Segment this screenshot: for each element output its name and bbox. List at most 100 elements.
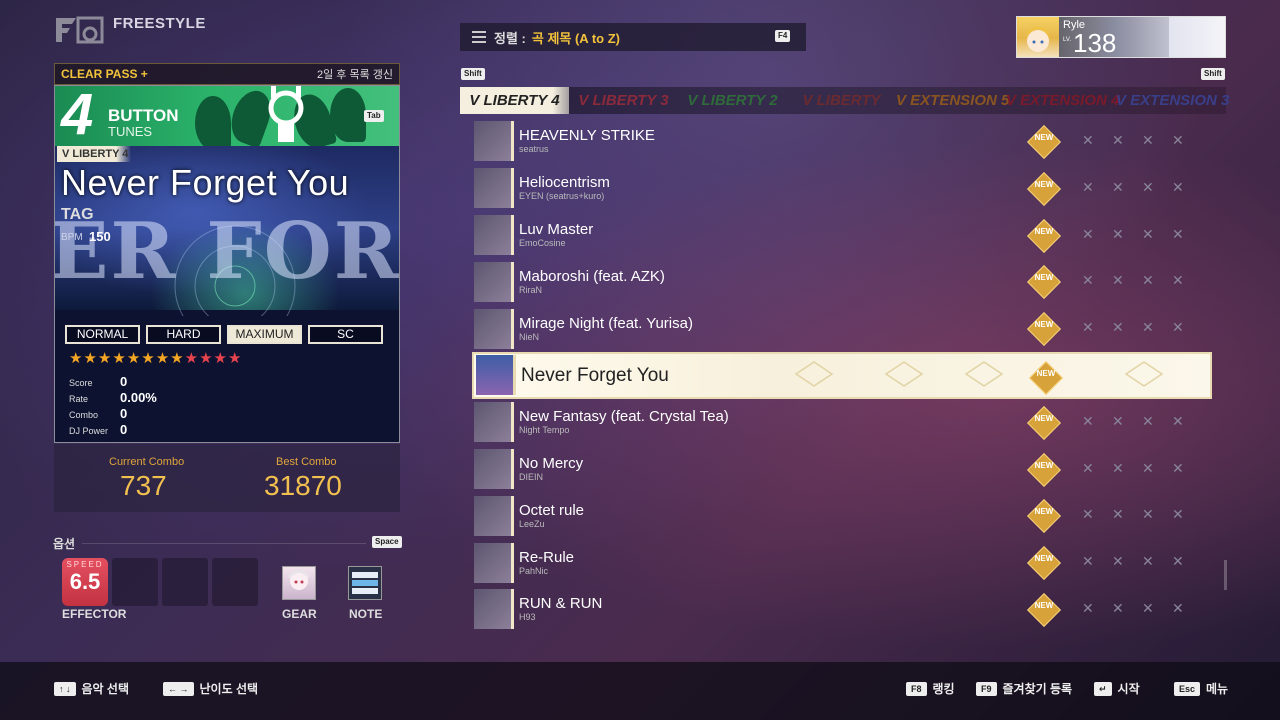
difficulty-star-icon: ★	[170, 350, 184, 367]
song-row[interactable]: Luv Master EmoCosine NEW ✕ ✕ ✕ ✕	[472, 212, 1212, 259]
jacket-title-text: ER FORGET Y	[54, 206, 400, 297]
tab-key[interactable]: Tab	[364, 110, 384, 122]
hint-menu: Esc 메뉴	[1174, 680, 1228, 697]
song-row[interactable]: No Mercy DIEIN NEW ✕ ✕ ✕ ✕	[472, 446, 1212, 493]
new-badge-label: NEW	[1034, 413, 1054, 423]
menu-label: 메뉴	[1206, 682, 1229, 696]
difficulty-unavailable-icon: ✕	[1082, 132, 1094, 148]
gear-skin-icon[interactable]	[282, 566, 316, 600]
tab-v-liberty-4[interactable]: V LIBERTY 4	[460, 87, 569, 114]
song-row[interactable]: Octet rule LeeZu NEW ✕ ✕ ✕ ✕	[472, 492, 1212, 539]
shift-left-key[interactable]: Shift	[461, 68, 485, 80]
song-jacket-thumbnail	[474, 121, 514, 162]
arrow-updown-key[interactable]: ↑ ↓	[54, 681, 76, 696]
diamond-decoration	[794, 361, 834, 387]
effector-slot[interactable]	[162, 558, 208, 606]
difficulty-select-label: 난이도 선택	[199, 682, 259, 696]
new-badge-icon	[1027, 218, 1061, 253]
difficulty-unavailable-icon: ✕	[1172, 272, 1184, 289]
rate-value: 0.00%	[120, 390, 157, 405]
difficulty-maximum[interactable]: MAXIMUM	[227, 325, 302, 344]
best-combo-label: Best Combo	[276, 456, 337, 468]
new-badge-icon	[1027, 499, 1061, 534]
sort-label: 정렬 :	[494, 30, 526, 46]
scrollbar[interactable]	[1224, 560, 1227, 590]
song-row[interactable]: Re-Rule PahNic NEW ✕ ✕ ✕ ✕	[472, 539, 1212, 586]
song-title: No Mercy	[519, 454, 584, 472]
difficulty-unavailable-icon: ✕	[1172, 225, 1184, 242]
tab-v-extension-3[interactable]: V EXTENSION 3	[1116, 92, 1229, 109]
best-combo-value: 31870	[264, 470, 342, 501]
new-badge-label: NEW	[1034, 320, 1054, 330]
rate-label: Rate	[69, 394, 89, 404]
record-stats: Score 0 Rate 0.00% Combo 0 DJ Power 0	[69, 374, 157, 438]
button-word: BUTTON	[108, 106, 179, 125]
tab-v-liberty-2[interactable]: V LIBERTY 2	[678, 92, 787, 109]
song-row[interactable]: New Fantasy (feat. Crystal Tea) Night Tem…	[472, 399, 1212, 446]
song-row[interactable]: RUN & RUN H93 NEW ✕ ✕ ✕ ✕	[472, 586, 1212, 633]
f4-key[interactable]: F4	[775, 30, 791, 42]
bpm-value: 150	[89, 229, 111, 244]
effector-label: EFFECTOR	[62, 607, 127, 621]
song-artist: EmoCosine	[519, 237, 566, 248]
song-artist: NieN	[519, 331, 540, 342]
arrow-leftright-key[interactable]: ← →	[163, 681, 194, 696]
song-jacket-thumbnail	[474, 589, 514, 630]
song-info: RUN & RUN H93	[519, 595, 1019, 623]
song-artist: seatrus	[519, 144, 549, 155]
f8-key[interactable]: F8	[906, 681, 927, 696]
new-badge-icon	[1027, 312, 1061, 347]
difficulty-unavailable-icon: ✕	[1142, 506, 1154, 523]
song-jacket-thumbnail	[474, 402, 514, 443]
song-row[interactable]: Maboroshi (feat. AZK) RiraN NEW ✕ ✕ ✕ ✕	[472, 258, 1212, 305]
song-row[interactable]: Heliocentrism EYEN (seatrus+kuro) NEW ✕ ✕ ✕ ✕	[472, 165, 1212, 212]
song-jacket-thumbnail	[474, 214, 514, 255]
speed-option[interactable]: SPEED 6.5	[62, 558, 108, 606]
tab-v-liberty-3[interactable]: V LIBERTY 3	[569, 92, 678, 109]
difficulty-unavailable-icon: ✕	[1142, 599, 1154, 616]
enter-key[interactable]: ↵	[1094, 681, 1112, 696]
effector-slot[interactable]	[212, 558, 258, 606]
options-divider	[82, 543, 366, 544]
song-info: Maboroshi (feat. AZK) RiraN	[519, 268, 1019, 296]
hint-difficulty-select: ← → 난이도 선택	[163, 680, 258, 697]
difficulty-unavailable-icon: ✕	[1082, 178, 1094, 195]
song-jacket-thumbnail	[476, 355, 516, 396]
player-profile[interactable]: Ryle LV. 138	[1016, 16, 1226, 58]
note-skin-icon[interactable]	[348, 566, 382, 600]
hamburger-icon	[472, 31, 486, 43]
current-combo-label: Current Combo	[109, 456, 185, 468]
note-label: NOTE	[349, 607, 383, 621]
difficulty-normal[interactable]: NORMAL	[65, 325, 140, 344]
song-row[interactable]: HEAVENLY STRIKE seatrus NEW ✕ ✕ ✕ ✕	[472, 118, 1212, 165]
tab-v-extension-5[interactable]: V EXTENSION 5	[896, 92, 1009, 109]
options-label: 옵션	[53, 537, 76, 551]
difficulty-unavailable-icon: ✕	[1082, 459, 1094, 476]
esc-key[interactable]: Esc	[1174, 681, 1201, 696]
difficulty-unavailable-icon: ✕	[1172, 599, 1184, 616]
song-row-selected[interactable]: Never Forget You NEW	[472, 351, 1212, 399]
new-badge-icon	[1027, 265, 1061, 300]
difficulty-unavailable-icon: ✕	[1142, 412, 1154, 429]
combo-value: 0	[120, 406, 128, 421]
diamond-decoration	[884, 361, 924, 387]
song-row[interactable]: Mirage Night (feat. Yurisa) NieN NEW ✕ ✕ ✕ ✕	[472, 305, 1212, 352]
difficulty-star-icon: ★	[155, 350, 170, 367]
space-key[interactable]: Space	[372, 536, 402, 548]
difficulty-sc[interactable]: SC	[308, 325, 383, 344]
sort-bar[interactable]: 정렬 : 곡 제목 (A to Z)	[460, 23, 806, 51]
f9-key[interactable]: F9	[976, 681, 997, 696]
difficulty-unavailable-icon: ✕	[1082, 272, 1094, 289]
tab-v-liberty[interactable]: V LIBERTY	[787, 92, 896, 109]
difficulty-unavailable-icon: ✕	[1112, 132, 1124, 148]
shift-right-key[interactable]: Shift	[1201, 68, 1225, 80]
tab-v-extension-4[interactable]: V EXTENSION 4	[1006, 92, 1119, 109]
new-badge-icon	[1027, 452, 1061, 487]
difficulty-hard[interactable]: HARD	[146, 325, 221, 344]
current-combo-value: 737	[120, 470, 167, 501]
effector-slot[interactable]	[112, 558, 158, 606]
clear-pass-label: CLEAR PASS +	[61, 67, 148, 81]
difficulty-unavailable-icon: ✕	[1112, 459, 1124, 476]
clear-pass-bar: CLEAR PASS + 2일 후 목록 갱신	[54, 63, 400, 85]
difficulty-star-icon: ★	[184, 350, 199, 367]
